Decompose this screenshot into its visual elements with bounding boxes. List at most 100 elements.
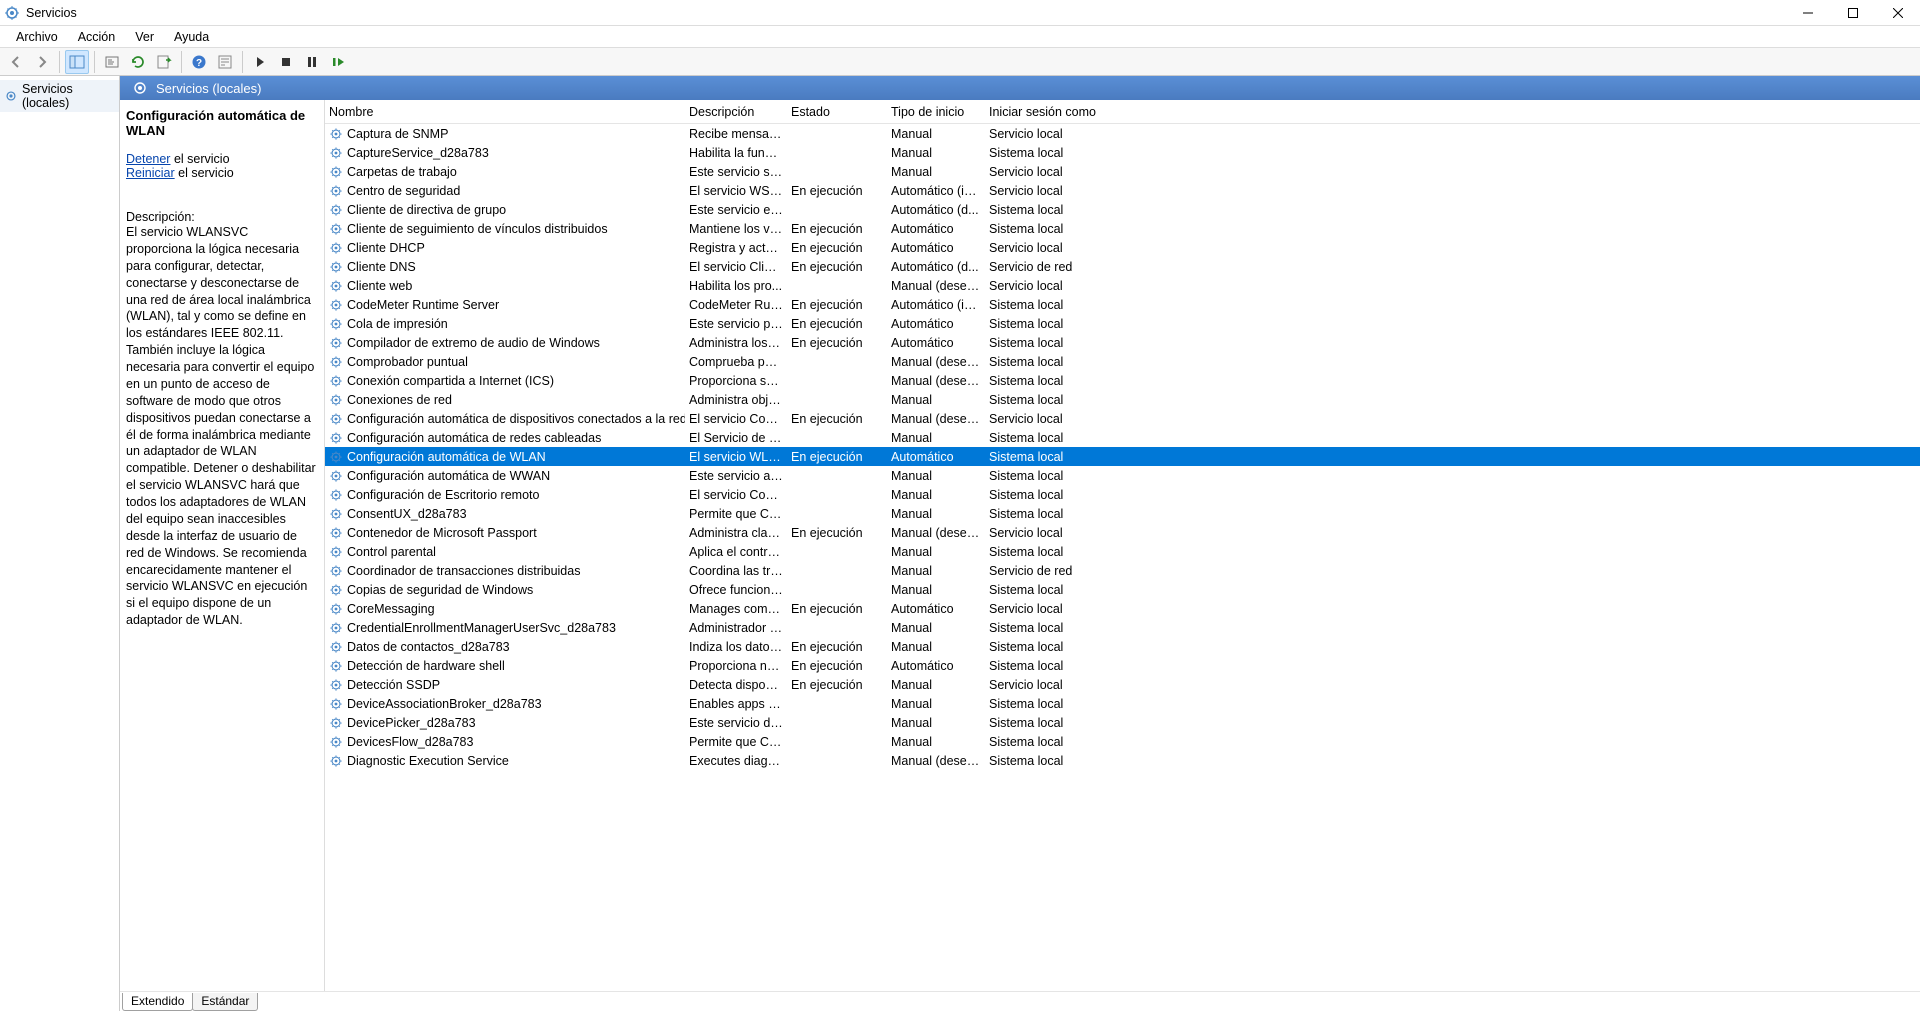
- service-name: Configuración automática de WWAN: [347, 469, 550, 483]
- service-desc: Coordina las tra...: [685, 564, 787, 578]
- col-header-start[interactable]: Tipo de inicio: [887, 105, 985, 119]
- service-row[interactable]: Configuración automática de dispositivos…: [325, 409, 1920, 428]
- service-gear-icon: [329, 488, 343, 502]
- service-row[interactable]: Carpetas de trabajoEste servicio sin...M…: [325, 162, 1920, 181]
- service-row[interactable]: Comprobador puntualComprueba pos...Manua…: [325, 352, 1920, 371]
- service-row[interactable]: Centro de seguridadEl servicio WSCS...En…: [325, 181, 1920, 200]
- service-row[interactable]: Control parentalAplica el control...Manu…: [325, 542, 1920, 561]
- service-row[interactable]: CoreMessagingManages comm...En ejecución…: [325, 599, 1920, 618]
- service-desc: Habilita los pro...: [685, 279, 787, 293]
- service-start: Manual (desen...: [887, 279, 985, 293]
- service-logon: Sistema local: [985, 640, 1105, 654]
- maximize-button[interactable]: [1830, 0, 1875, 26]
- service-name: Cliente web: [347, 279, 412, 293]
- service-desc: Indiza los datos ...: [685, 640, 787, 654]
- service-start: Manual: [887, 488, 985, 502]
- service-name: Captura de SNMP: [347, 127, 448, 141]
- minimize-button[interactable]: [1785, 0, 1830, 26]
- service-gear-icon: [329, 260, 343, 274]
- service-desc: Permite que Co...: [685, 735, 787, 749]
- service-gear-icon: [329, 469, 343, 483]
- col-header-state[interactable]: Estado: [787, 105, 887, 119]
- service-row[interactable]: Datos de contactos_d28a783Indiza los dat…: [325, 637, 1920, 656]
- col-header-name[interactable]: Nombre: [325, 105, 685, 119]
- service-name: Configuración automática de redes cablea…: [347, 431, 601, 445]
- service-row[interactable]: Configuración de Escritorio remotoEl ser…: [325, 485, 1920, 504]
- service-row[interactable]: Captura de SNMPRecibe mensaje...ManualSe…: [325, 124, 1920, 143]
- service-state: En ejecución: [787, 602, 887, 616]
- tab-estandar[interactable]: Estándar: [192, 993, 258, 1011]
- service-start: Automático: [887, 336, 985, 350]
- service-row[interactable]: Detección de hardware shellProporciona n…: [325, 656, 1920, 675]
- refresh-button[interactable]: [126, 50, 150, 74]
- service-row[interactable]: Cliente web Habilita los pro... Manual (de…: [325, 276, 1920, 295]
- service-desc: El Servicio de co...: [685, 431, 787, 445]
- restart-service-button[interactable]: [326, 50, 350, 74]
- tab-extendido[interactable]: Extendido: [122, 993, 193, 1011]
- service-desc: Manages comm...: [685, 602, 787, 616]
- column-headers: Nombre Descripción Estado Tipo de inicio…: [325, 100, 1920, 124]
- service-row[interactable]: CredentialEnrollmentManagerUserSvc_d28a7…: [325, 618, 1920, 637]
- service-name: Cliente DHCP: [347, 241, 425, 255]
- properties-button[interactable]: [213, 50, 237, 74]
- service-row[interactable]: Cliente de directiva de grupoEste servic…: [325, 200, 1920, 219]
- service-logon: Sistema local: [985, 735, 1105, 749]
- tree-node-services-local[interactable]: Servicios (locales): [0, 80, 119, 112]
- close-button[interactable]: [1875, 0, 1920, 26]
- service-logon: Sistema local: [985, 583, 1105, 597]
- start-service-button[interactable]: [248, 50, 272, 74]
- service-logon: Servicio local: [985, 602, 1105, 616]
- service-row[interactable]: CaptureService_d28a783Habilita la funci.…: [325, 143, 1920, 162]
- service-row[interactable]: Contenedor de Microsoft PassportAdminist…: [325, 523, 1920, 542]
- service-logon: Sistema local: [985, 146, 1105, 160]
- service-row[interactable]: Conexión compartida a Internet (ICS)Prop…: [325, 371, 1920, 390]
- service-row[interactable]: Configuración automática de WLANEl servi…: [325, 447, 1920, 466]
- service-start: Automático (in...: [887, 298, 985, 312]
- pause-service-button[interactable]: [300, 50, 324, 74]
- arrow-right-icon: [34, 54, 50, 70]
- service-logon: Sistema local: [985, 754, 1105, 768]
- menu-ver[interactable]: Ver: [125, 28, 164, 46]
- service-start: Automático (d...: [887, 260, 985, 274]
- service-row[interactable]: Cola de impresiónEste servicio po...En e…: [325, 314, 1920, 333]
- service-row[interactable]: Conexiones de redAdministra obje...Manua…: [325, 390, 1920, 409]
- service-logon: Servicio de red: [985, 260, 1105, 274]
- stop-service-button[interactable]: [274, 50, 298, 74]
- service-row[interactable]: Copias de seguridad de WindowsOfrece fun…: [325, 580, 1920, 599]
- restart-service-link[interactable]: Reiniciar: [126, 166, 175, 180]
- service-gear-icon: [329, 659, 343, 673]
- col-header-desc[interactable]: Descripción: [685, 105, 787, 119]
- stop-service-link[interactable]: Detener: [126, 152, 170, 166]
- service-row[interactable]: Cliente DNSEl servicio Client...En ejecu…: [325, 257, 1920, 276]
- nav-forward-button[interactable]: [30, 50, 54, 74]
- services-list[interactable]: Nombre Descripción Estado Tipo de inicio…: [325, 100, 1920, 991]
- export-button[interactable]: [100, 50, 124, 74]
- menu-archivo[interactable]: Archivo: [6, 28, 68, 46]
- service-start: Manual: [887, 583, 985, 597]
- menu-ayuda[interactable]: Ayuda: [164, 28, 219, 46]
- service-row[interactable]: ConsentUX_d28a783Permite que Co...Manual…: [325, 504, 1920, 523]
- menu-accion[interactable]: Acción: [68, 28, 126, 46]
- help-button[interactable]: ?: [187, 50, 211, 74]
- export-list-button[interactable]: [152, 50, 176, 74]
- service-row[interactable]: Cliente DHCPRegistra y actua...En ejecuc…: [325, 238, 1920, 257]
- service-state: En ejecución: [787, 450, 887, 464]
- show-hide-tree-button[interactable]: [65, 50, 89, 74]
- service-row[interactable]: DevicePicker_d28a783Este servicio de ...…: [325, 713, 1920, 732]
- service-row[interactable]: Diagnostic Execution ServiceExecutes dia…: [325, 751, 1920, 770]
- service-row[interactable]: Coordinador de transacciones distribuida…: [325, 561, 1920, 580]
- service-desc: Proporciona not...: [685, 659, 787, 673]
- service-row[interactable]: DevicesFlow_d28a783Permite que Co...Manu…: [325, 732, 1920, 751]
- service-row[interactable]: Configuración automática de WWANEste ser…: [325, 466, 1920, 485]
- service-row[interactable]: CodeMeter Runtime ServerCodeMeter Run...…: [325, 295, 1920, 314]
- service-row[interactable]: Configuración automática de redes cablea…: [325, 428, 1920, 447]
- service-row[interactable]: Detección SSDPDetecta disposit...En ejec…: [325, 675, 1920, 694]
- service-row[interactable]: DeviceAssociationBroker_d28a783Enables a…: [325, 694, 1920, 713]
- col-header-logon[interactable]: Iniciar sesión como: [985, 105, 1105, 119]
- service-row[interactable]: Cliente de seguimiento de vínculos distr…: [325, 219, 1920, 238]
- service-gear-icon: [329, 621, 343, 635]
- nav-back-button[interactable]: [4, 50, 28, 74]
- service-row[interactable]: Compilador de extremo de audio de Window…: [325, 333, 1920, 352]
- console-tree[interactable]: Servicios (locales): [0, 76, 120, 1011]
- service-logon: Sistema local: [985, 450, 1105, 464]
